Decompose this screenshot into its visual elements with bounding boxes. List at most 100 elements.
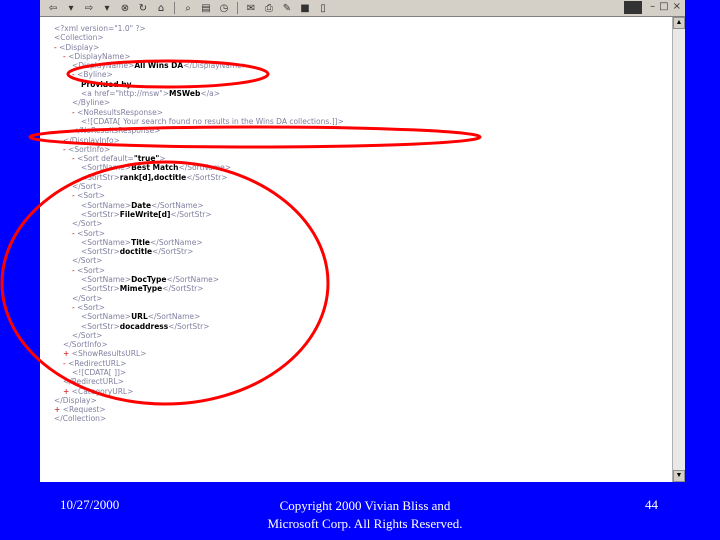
xml-line: </Display>	[54, 396, 664, 405]
xml-closing-tag: </SortName>	[147, 312, 201, 322]
scroll-down-icon[interactable]: ▼	[673, 470, 685, 482]
xml-line: <SortStr> doctitle </SortStr>	[54, 247, 664, 256]
xml-line[interactable]: - <Sort default= "true" >	[54, 154, 664, 163]
xml-tag: <Sort default=	[77, 154, 134, 164]
xml-line: <![CDATA[ ]]>	[54, 368, 664, 377]
xml-line: </SortInfo>	[54, 340, 664, 349]
xml-closing-tag: </SortStr>	[152, 247, 194, 257]
xml-value: Date	[131, 200, 152, 210]
xml-line[interactable]: - <Sort>	[54, 266, 664, 275]
home-icon[interactable]: ⌂	[154, 2, 168, 15]
xml-tag: </SortInfo>	[63, 340, 108, 350]
xml-line[interactable]: - <Display>	[54, 43, 664, 52]
dropdown-icon[interactable]: ▾	[64, 2, 78, 15]
close-icon[interactable]: ×	[673, 1, 681, 14]
xml-line: Provided by	[54, 80, 664, 89]
xml-tag: <SortName>	[81, 200, 132, 210]
page-number: 44	[645, 497, 658, 512]
xml-line: <SortName> URL </SortName>	[54, 312, 664, 321]
xml-value: MimeType	[119, 284, 163, 294]
xml-line[interactable]: - <Sort>	[54, 191, 664, 200]
xml-closing-tag: >	[159, 154, 166, 164]
xml-tag: <Request>	[62, 405, 106, 415]
toolbar-separator	[237, 2, 238, 14]
xml-line[interactable]: + <ShowResultsURL>	[54, 349, 664, 358]
xml-tag: <Collection>	[54, 33, 104, 43]
xml-line[interactable]: - <Byline>	[54, 70, 664, 79]
edit-icon[interactable]: ✎	[280, 2, 294, 15]
expand-toggle[interactable]: +	[54, 405, 63, 414]
scroll-up-icon[interactable]: ▲	[673, 17, 685, 29]
minimize-icon[interactable]: –	[650, 1, 655, 14]
xml-tag: <![CDATA[ ]]>	[72, 367, 127, 377]
favorites-icon[interactable]: ▤	[199, 2, 213, 15]
forward-icon[interactable]: ⇨	[82, 2, 96, 15]
window-controls: – □ ×	[624, 1, 681, 14]
refresh-icon[interactable]: ↻	[136, 2, 150, 15]
xml-line: <SortName> Best Match </SortName>	[54, 163, 664, 172]
xml-value: DocType	[131, 275, 167, 285]
discuss-icon[interactable]: ■	[298, 2, 312, 15]
print-icon[interactable]: ⎙	[262, 2, 276, 15]
xml-tag: <Sort>	[77, 228, 106, 238]
xml-tag: <Sort>	[77, 265, 106, 275]
search-icon[interactable]: ⌕	[181, 2, 195, 15]
xml-line[interactable]: - <NoResultsResponse>	[54, 108, 664, 117]
xml-value: "true"	[133, 154, 160, 164]
xml-value: rank[d],doctitle	[119, 172, 187, 182]
xml-line: <SortName> Date </SortName>	[54, 201, 664, 210]
xml-value: URL	[131, 312, 148, 322]
xml-line: </RedirectURL>	[54, 377, 664, 386]
xml-tag: <?xml version="1.0" ?>	[54, 24, 146, 33]
vertical-scrollbar[interactable]: ▲ ▼	[672, 17, 685, 482]
xml-line[interactable]: + <Request>	[54, 405, 664, 414]
xml-tag: <SortStr>	[81, 247, 120, 257]
xml-tag: </Byline>	[72, 98, 111, 108]
xml-line: <SortStr> docaddress </SortStr>	[54, 322, 664, 331]
xml-tag: <SortStr>	[81, 172, 120, 182]
xml-line[interactable]: - <Sort>	[54, 303, 664, 312]
maximize-icon[interactable]: □	[659, 1, 668, 14]
xml-tag: </NoResultsResponse>	[72, 126, 161, 136]
xml-line: <SortName> DocType </SortName>	[54, 275, 664, 284]
xml-line[interactable]: - <SortInfo>	[54, 145, 664, 154]
xml-line: <SortStr> FileWrite[d] </SortStr>	[54, 210, 664, 219]
xml-closing-tag: </SortName>	[151, 200, 204, 210]
back-icon[interactable]: ⇦	[46, 2, 60, 15]
xml-tag: <a href="http://msw">	[81, 89, 169, 99]
xml-line: <SortStr> rank[d],doctitle </SortStr>	[54, 173, 664, 182]
xml-tag: <DisplayName>	[72, 61, 135, 71]
xml-tag: <SortStr>	[81, 321, 120, 331]
xml-line: </NoResultsResponse>	[54, 126, 664, 135]
xml-closing-tag: </a>	[200, 89, 221, 99]
xml-tag: </RedirectURL>	[63, 377, 124, 387]
xml-line: </Sort>	[54, 331, 664, 340]
xml-closing-tag: </SortStr>	[186, 172, 228, 182]
xml-tag: <NoResultsResponse>	[77, 107, 163, 117]
slide-date: 10/27/2000	[60, 497, 120, 512]
xml-line: </Sort>	[54, 182, 664, 191]
xml-line[interactable]: - <Sort>	[54, 229, 664, 238]
xml-tag: </Display>	[54, 395, 97, 405]
expand-toggle[interactable]: +	[63, 387, 72, 396]
xml-tag: </Sort>	[72, 219, 103, 229]
stop-icon[interactable]: ⊗	[118, 2, 132, 15]
xml-value: Best Match	[131, 163, 179, 173]
xml-line[interactable]: - <RedirectURL>	[54, 359, 664, 368]
messenger-icon[interactable]: ▯	[316, 2, 330, 15]
xml-line[interactable]: - <DisplayName>	[54, 52, 664, 61]
browser-toolbar: ⇦ ▾ ⇨ ▾ ⊗ ↻ ⌂ ⌕ ▤ ◷ ✉ ⎙ ✎ ■ ▯ – □ ×	[40, 0, 685, 17]
mail-icon[interactable]: ✉	[244, 2, 258, 15]
xml-line: </DisplayInfo>	[54, 136, 664, 145]
xml-tag: <CategoryURL>	[71, 386, 134, 396]
history-icon[interactable]: ◷	[217, 2, 231, 15]
expand-toggle[interactable]: +	[63, 349, 72, 358]
windows-logo-icon	[624, 1, 643, 14]
xml-line: <?xml version="1.0" ?>	[54, 24, 664, 33]
dropdown-icon[interactable]: ▾	[100, 2, 114, 15]
xml-tag: <SortName>	[81, 275, 132, 285]
xml-tag: </Sort>	[72, 330, 103, 340]
xml-tag: <SortName>	[81, 237, 132, 247]
xml-line[interactable]: + <CategoryURL>	[54, 387, 664, 396]
xml-line: </Sort>	[54, 256, 664, 265]
